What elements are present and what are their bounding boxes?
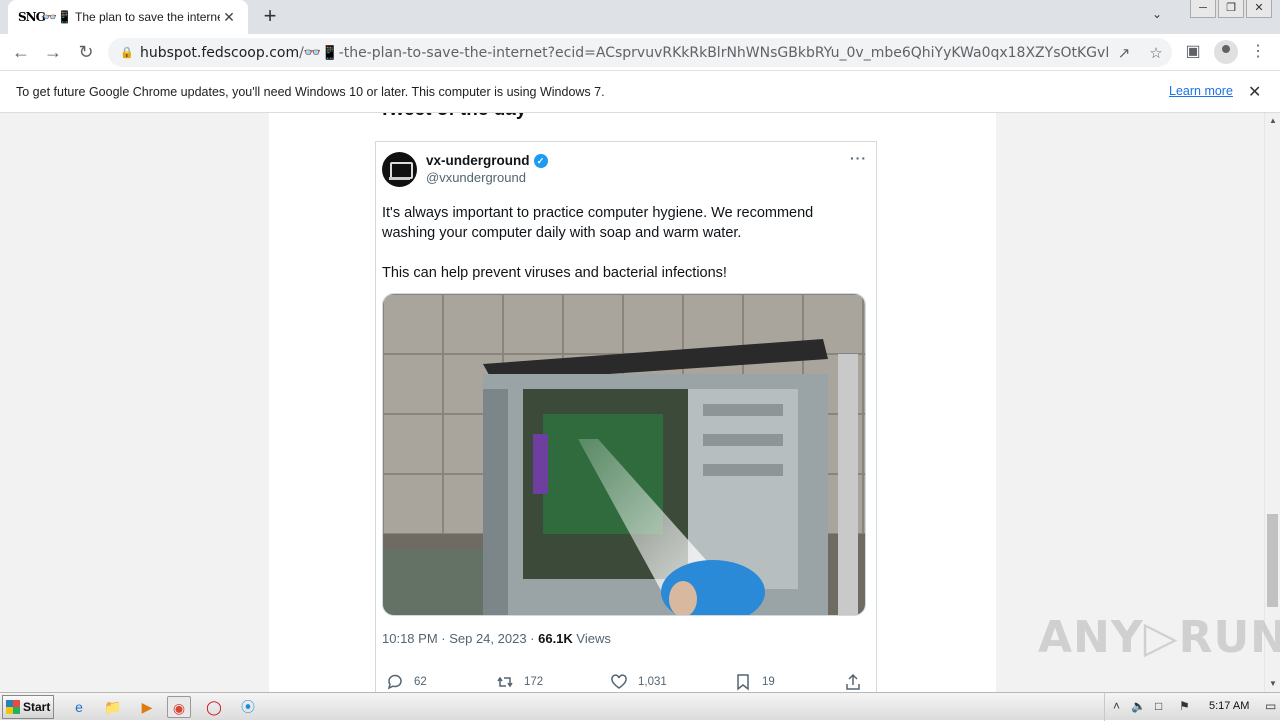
window-close-button[interactable]: ✕ [1246,0,1272,18]
new-tab-button[interactable]: + [258,5,282,29]
tweet-text: It's always important to practice comput… [382,203,862,303]
learn-more-link[interactable]: Learn more [1169,84,1233,98]
start-label: Start [23,700,51,714]
side-panel-icon[interactable]: ▣ [1181,40,1205,64]
site-favicon-icon: SNG [18,10,46,24]
windows-taskbar: Start e 📁 ▶ ◉ ◯ ⦿ ˄ 🔈 □ ⚑ 5:17 AM ▭ [0,692,1280,721]
anyrun-watermark: ANY▷RUN [1038,612,1280,663]
section-heading: Tweet of the day [379,113,526,121]
page-viewport: Tweet of the day vx-underground ✓ @vxund… [0,113,1264,692]
tweet-avatar[interactable] [382,152,417,187]
views-count: 66.1K [538,631,573,646]
more-options-icon[interactable]: ··· [850,150,867,166]
verified-badge-icon: ✓ [533,153,548,168]
file-explorer-icon[interactable]: 📁 [101,696,125,718]
reply-icon [387,674,402,690]
tweet-paragraph: It's always important to practice comput… [382,205,814,241]
like-count: 1,031 [638,676,667,688]
embedded-tweet[interactable]: vx-underground ✓ @vxunderground ··· It's… [375,141,877,692]
minimize-button[interactable]: ─ [1190,0,1216,18]
reply-count: 62 [414,676,427,688]
internet-explorer-icon[interactable]: e [67,696,91,718]
reload-icon[interactable]: ↻ [74,40,98,64]
tweet-author-name[interactable]: vx-underground ✓ [426,153,548,168]
volume-icon[interactable]: 🔈 [1131,699,1146,713]
retweet-button[interactable]: 172 [496,673,543,691]
start-button[interactable]: Start [2,695,54,719]
bookmark-button[interactable]: 19 [734,673,775,691]
bookmark-icon [737,674,749,691]
bookmark-star-icon[interactable]: ☆ [1140,44,1172,62]
bookmark-count: 19 [762,676,775,688]
tab-title: 👓📱 The plan to save the internet [42,10,220,24]
restore-button[interactable]: ❐ [1218,0,1244,18]
share-upload-icon [846,673,860,690]
action-center-flag-icon[interactable]: ⚑ [1179,699,1190,713]
infobar-message: To get future Google Chrome updates, you… [16,84,605,99]
scrollbar-thumb[interactable] [1267,514,1278,607]
chrome-menu-icon[interactable]: ⋮ [1246,40,1270,64]
author-name-text: vx-underground [426,153,530,168]
share-tweet-button[interactable] [844,673,872,691]
scroll-up-arrow-icon[interactable]: ▲ [1265,113,1280,129]
tab-close-icon[interactable]: ✕ [220,9,238,26]
browser-tab[interactable]: SNG 👓📱 The plan to save the internet ✕ [8,0,248,34]
media-player-icon[interactable]: ▶ [135,696,159,718]
update-infobar: To get future Google Chrome updates, you… [0,71,1280,113]
views-label: Views [572,631,611,646]
heart-icon [611,674,627,689]
url-path: /👓📱-the-plan-to-save-the-internet?ecid=A… [299,44,1108,61]
profile-avatar-icon[interactable] [1214,40,1238,64]
windows-logo-icon [6,700,20,714]
edge-icon[interactable]: ⦿ [236,696,260,718]
like-button[interactable]: 1,031 [610,673,667,691]
share-icon[interactable]: ↗ [1108,44,1140,62]
browser-toolbar: ← → ↻ 🔒 hubspot.fedscoop.com/👓📱-the-plan… [0,34,1280,71]
tweet-actions: 62 172 1,031 19 [382,673,868,692]
retweet-icon [497,676,513,688]
tweet-author-handle[interactable]: @vxunderground [426,170,526,185]
show-desktop-icon[interactable]: ▭ [1265,699,1276,713]
scroll-down-arrow-icon[interactable]: ▼ [1265,676,1280,692]
forward-arrow-icon[interactable]: → [41,40,65,64]
infobar-close-icon[interactable]: ✕ [1248,82,1261,102]
computer-shower-photo-icon [383,294,865,615]
window-controls: ─ ❐ ✕ [1188,0,1272,18]
tweet-photo[interactable] [382,293,866,616]
page-scrollbar[interactable]: ▲ ▼ [1264,113,1280,692]
opera-icon[interactable]: ◯ [202,696,226,718]
system-tray: ˄ 🔈 □ ⚑ 5:17 AM ▭ [1104,693,1280,721]
url-text[interactable]: hubspot.fedscoop.com/👓📱-the-plan-to-save… [140,45,1108,61]
chrome-taskbar-icon[interactable]: ◉ [167,696,191,718]
taskbar-clock[interactable]: 5:17 AM [1209,700,1249,712]
article-body: Tweet of the day vx-underground ✓ @vxund… [269,113,996,692]
network-icon[interactable]: □ [1155,699,1162,713]
tweet-time-text: 10:18 PM · Sep 24, 2023 · [382,631,539,646]
show-hidden-icons-icon[interactable]: ˄ [1113,699,1120,713]
tab-strip: SNG 👓📱 The plan to save the internet ✕ +… [0,0,1280,34]
tab-search-chevron-icon[interactable]: ⌄ [1152,7,1162,21]
url-host: hubspot.fedscoop.com [140,44,300,61]
reply-button[interactable]: 62 [386,673,427,691]
lock-icon[interactable]: 🔒 [120,46,140,59]
tweet-timestamp[interactable]: 10:18 PM · Sep 24, 2023 · 66.1K Views [382,631,611,646]
address-bar[interactable]: 🔒 hubspot.fedscoop.com/👓📱-the-plan-to-sa… [108,38,1172,67]
tweet-paragraph: This can help prevent viruses and bacter… [382,265,727,281]
back-arrow-icon[interactable]: ← [9,40,33,64]
retweet-count: 172 [524,676,544,688]
